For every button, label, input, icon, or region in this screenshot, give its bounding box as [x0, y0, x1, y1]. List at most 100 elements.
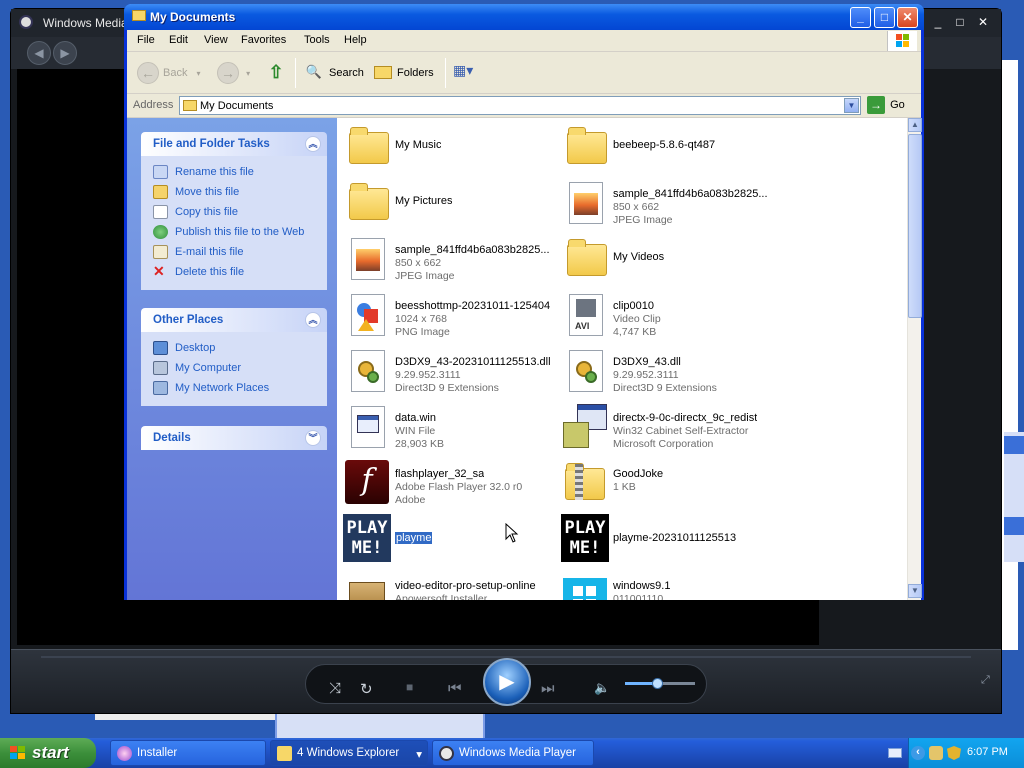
- panel-header[interactable]: File and Folder Tasks ︽: [141, 132, 327, 156]
- back-button[interactable]: ← Back ▾: [137, 62, 201, 84]
- minimize-button[interactable]: _: [850, 7, 871, 28]
- file-name[interactable]: beesshottmp-20231011-125404: [395, 300, 550, 312]
- place-network[interactable]: My Network Places: [153, 378, 327, 398]
- volume-slider[interactable]: [625, 678, 695, 689]
- network-tray-icon[interactable]: [929, 746, 943, 760]
- volume-knob[interactable]: [651, 678, 663, 689]
- file-name[interactable]: beebeep-5.8.6-qt487: [613, 139, 715, 151]
- panel-header[interactable]: Details ︾: [141, 426, 327, 450]
- file-item[interactable]: PLAY ME! playme: [343, 514, 558, 564]
- file-name[interactable]: D3DX9_43-20231011125513.dll: [395, 356, 551, 368]
- back-button[interactable]: ◀: [27, 41, 51, 65]
- mute-icon[interactable]: 🔈: [594, 680, 610, 696]
- task-windows-explorer[interactable]: 4 Windows Explorer ▾: [270, 740, 428, 766]
- up-button[interactable]: ⇧: [265, 62, 287, 84]
- menu-file[interactable]: File: [137, 34, 155, 46]
- file-name[interactable]: flashplayer_32_sa: [395, 468, 484, 480]
- file-item[interactable]: My Videos: [561, 234, 776, 284]
- file-name[interactable]: directx-9-0c-directx_9c_redist: [613, 412, 757, 424]
- close-button[interactable]: ✕: [971, 13, 995, 31]
- dropdown-arrow-icon[interactable]: ▾: [197, 69, 201, 78]
- file-name[interactable]: sample_841ffd4b6a083b2825...: [613, 188, 768, 200]
- task-windows-media-player[interactable]: Windows Media Player: [432, 740, 594, 766]
- task-email[interactable]: E-mail this file: [153, 242, 327, 262]
- file-name[interactable]: sample_841ffd4b6a083b2825...: [395, 244, 550, 256]
- task-copy[interactable]: Copy this file: [153, 202, 327, 222]
- file-item[interactable]: GoodJoke 1 KB: [561, 458, 776, 508]
- file-item[interactable]: beesshottmp-20231011-125404 1024 x 768 PNG…: [343, 290, 558, 340]
- play-button[interactable]: ▶: [483, 658, 531, 706]
- scroll-up-icon[interactable]: ▲: [908, 118, 922, 132]
- file-name[interactable]: windows9.1: [613, 580, 670, 592]
- file-item[interactable]: My Music: [343, 122, 558, 172]
- folders-button[interactable]: Folders: [373, 62, 434, 84]
- address-input[interactable]: My Documents ▼: [179, 96, 861, 115]
- chevron-down-icon[interactable]: ▼: [844, 98, 859, 113]
- file-item[interactable]: windows9.1 011001110: [561, 570, 776, 600]
- file-item[interactable]: sample_841ffd4b6a083b2825... 850 x 662 JPE…: [343, 234, 558, 284]
- file-name[interactable]: playme-20231011125513: [613, 532, 736, 544]
- minimize-button[interactable]: _: [926, 13, 950, 31]
- file-item[interactable]: D3DX9_43-20231011125513.dll 9.29.952.3111…: [343, 346, 558, 396]
- file-item[interactable]: data.win WIN File 28,903 KB: [343, 402, 558, 452]
- fullscreen-icon[interactable]: ⤢: [981, 674, 990, 687]
- shuffle-icon[interactable]: ⤨: [329, 680, 341, 697]
- place-desktop[interactable]: Desktop: [153, 338, 327, 358]
- collapse-icon[interactable]: ︽: [305, 312, 321, 328]
- file-item[interactable]: f flashplayer_32_sa Adobe Flash Player 32.…: [343, 458, 558, 508]
- scrollbar-thumb[interactable]: [908, 134, 922, 318]
- task-rename[interactable]: Rename this file: [153, 162, 327, 182]
- menu-tools[interactable]: Tools: [304, 34, 330, 46]
- file-item[interactable]: D3DX9_43.dll 9.29.952.3111 Direct3D 9 Exte…: [561, 346, 776, 396]
- task-installer[interactable]: Installer: [110, 740, 266, 766]
- collapse-icon[interactable]: ︽: [305, 136, 321, 152]
- file-item[interactable]: directx-9-0c-directx_9c_redist Win32 Cabi…: [561, 402, 776, 452]
- menu-favorites[interactable]: Favorites: [241, 34, 286, 46]
- close-button[interactable]: ✕: [897, 7, 918, 28]
- vertical-scrollbar[interactable]: ▲ ▼: [907, 118, 922, 600]
- task-publish[interactable]: Publish this file to the Web: [153, 222, 327, 242]
- maximize-button[interactable]: □: [874, 7, 895, 28]
- stop-icon[interactable]: ■: [406, 680, 413, 694]
- file-item[interactable]: PLAY ME! playme-20231011125513: [561, 514, 776, 564]
- tray-chevron-icon[interactable]: ‹: [911, 746, 925, 760]
- expand-icon[interactable]: ︾: [305, 430, 321, 446]
- file-name[interactable]: video-editor-pro-setup-online: [395, 580, 536, 592]
- file-list[interactable]: My Music beebeep-5.8.6-qt487 My Pictures sa…: [337, 118, 907, 600]
- task-delete[interactable]: ✕ Delete this file: [153, 262, 327, 282]
- file-name[interactable]: D3DX9_43.dll: [613, 356, 681, 368]
- file-item[interactable]: My Pictures: [343, 178, 558, 228]
- menu-help[interactable]: Help: [344, 34, 367, 46]
- next-icon[interactable]: ⏭: [541, 680, 555, 697]
- chevron-down-icon[interactable]: ▾: [416, 747, 422, 761]
- search-button[interactable]: 🔍 Search: [303, 62, 364, 84]
- forward-button[interactable]: → ▾: [217, 62, 250, 84]
- file-name[interactable]: My Pictures: [395, 195, 452, 207]
- background-side-button[interactable]: [1004, 517, 1024, 535]
- maximize-button[interactable]: □: [948, 13, 972, 31]
- file-name[interactable]: data.win: [395, 412, 436, 424]
- previous-icon[interactable]: ⏮: [448, 680, 462, 697]
- file-item[interactable]: video-editor-pro-setup-online Apowersoft …: [343, 570, 558, 600]
- file-item[interactable]: sample_841ffd4b6a083b2825... 850 x 662 JPE…: [561, 178, 776, 228]
- file-item[interactable]: AVI clip0010 Video Clip 4,747 KB: [561, 290, 776, 340]
- menu-view[interactable]: View: [204, 34, 228, 46]
- forward-button[interactable]: ▶: [53, 41, 77, 65]
- file-name[interactable]: My Music: [395, 139, 441, 151]
- background-side-button[interactable]: [1004, 436, 1024, 454]
- file-item[interactable]: beebeep-5.8.6-qt487: [561, 122, 776, 172]
- file-name[interactable]: GoodJoke: [613, 468, 663, 480]
- file-name[interactable]: My Videos: [613, 251, 664, 263]
- keyboard-icon[interactable]: [888, 748, 902, 758]
- views-button[interactable]: ▦▾: [453, 62, 473, 84]
- scroll-down-icon[interactable]: ▼: [908, 584, 922, 598]
- repeat-icon[interactable]: ↻: [360, 680, 373, 698]
- shield-icon[interactable]: [947, 746, 961, 760]
- start-button[interactable]: start: [0, 738, 96, 768]
- panel-header[interactable]: Other Places ︽: [141, 308, 327, 332]
- file-name[interactable]: clip0010: [613, 300, 654, 312]
- menu-edit[interactable]: Edit: [169, 34, 188, 46]
- dropdown-arrow-icon[interactable]: ▾: [246, 69, 250, 78]
- task-move[interactable]: Move this file: [153, 182, 327, 202]
- place-my-computer[interactable]: My Computer: [153, 358, 327, 378]
